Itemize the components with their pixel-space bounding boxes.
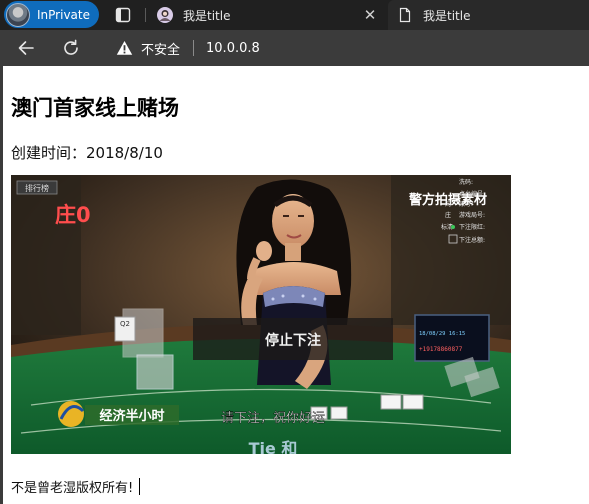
- created-date: 创建时间：2018/8/10: [11, 144, 163, 162]
- browser-toolbar: 不安全 10.0.0.8: [0, 30, 589, 66]
- tie-label: Tie 和: [249, 439, 298, 454]
- banker-score: 庄0: [55, 203, 91, 227]
- info-line: 桌台编号:: [459, 190, 485, 198]
- tab-inactive[interactable]: 我是title: [388, 0, 589, 30]
- casino-scene: 停止下注 Q2 18/08/29 16:15 +19178860877 排行榜 …: [11, 175, 511, 454]
- tab-actions-icon[interactable]: [114, 6, 132, 24]
- info-line: 游戏局号:: [459, 211, 485, 219]
- info-prefix: 闲: [445, 200, 451, 208]
- monitor-time: 18/08/29 16:15: [419, 331, 465, 337]
- security-status[interactable]: 不安全: [141, 39, 180, 58]
- footer: 不是曾老湿版权所有!: [11, 477, 141, 496]
- info-line: 下注限红:: [459, 223, 485, 231]
- monitor-number: +19178860877: [419, 346, 463, 353]
- show-name: 经济半小时: [99, 408, 164, 424]
- url-text[interactable]: 10.0.0.8: [206, 41, 260, 56]
- tab-divider: [145, 8, 146, 22]
- document-icon: [399, 7, 411, 23]
- page-favicon: [157, 7, 173, 23]
- page-viewport: 澳门首家线上赌场 创建时间：2018/8/10 停止下注 Q2 18/08/29…: [3, 66, 589, 504]
- info-line: 洗码:: [459, 178, 473, 186]
- info-line: 账号:: [459, 200, 473, 208]
- leaderboard-label: 排行榜: [25, 183, 49, 193]
- text-cursor: [139, 478, 141, 495]
- tab-title: 我是title: [423, 8, 471, 23]
- reload-icon[interactable]: [62, 39, 80, 57]
- profile-avatar: [6, 2, 30, 27]
- copyright-text: 不是曾老湿版权所有!: [11, 481, 134, 496]
- inprivate-label: InPrivate: [37, 7, 90, 22]
- tab-active[interactable]: 我是title ✕: [148, 0, 386, 30]
- svg-text:Q2: Q2: [120, 320, 130, 328]
- info-line: 下注总额:: [459, 236, 485, 244]
- casino-photo: 停止下注 Q2 18/08/29 16:15 +19178860877 排行榜 …: [11, 175, 511, 454]
- address-bar[interactable]: 不安全 10.0.0.8: [108, 33, 589, 63]
- warning-icon[interactable]: [116, 40, 133, 56]
- address-separator: [193, 40, 195, 56]
- info-prefix: 庄: [445, 211, 451, 219]
- tab-title: 我是title: [183, 8, 231, 23]
- stop-bet-text: 停止下注: [265, 332, 321, 349]
- back-arrow-icon[interactable]: [17, 39, 35, 57]
- inprivate-badge[interactable]: InPrivate: [4, 1, 99, 28]
- page-heading: 澳门首家线上赌场: [11, 96, 179, 120]
- subtitle-text: 请下注，祝你好运: [221, 411, 325, 426]
- tab-strip: InPrivate 我是title ✕ 我是title: [0, 0, 589, 30]
- close-tab-icon[interactable]: ✕: [362, 7, 378, 23]
